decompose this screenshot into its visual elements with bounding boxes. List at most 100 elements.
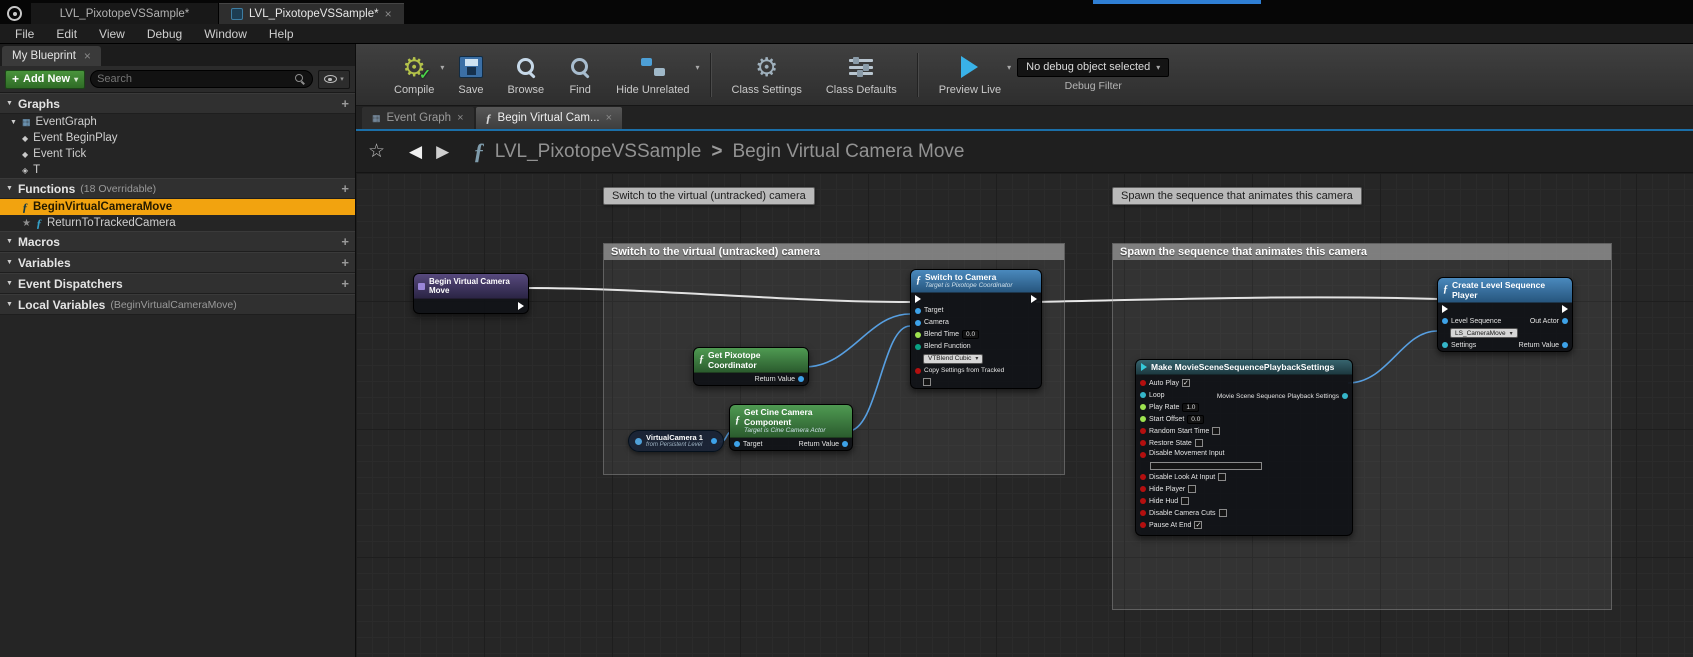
section-macros[interactable]: ▼ Macros +: [0, 231, 355, 252]
restore-state-pin[interactable]: [1140, 440, 1146, 446]
comment-header[interactable]: Switch to the virtual (untracked) camera: [604, 244, 1064, 260]
node-make-playback-settings[interactable]: Make MovieSceneSequencePlaybackSettings …: [1135, 359, 1353, 536]
hide-player-checkbox[interactable]: [1188, 485, 1196, 493]
browse-button[interactable]: Browse: [495, 44, 556, 105]
node-get-cine-camera-component[interactable]: ƒ Get Cine Camera Component Target is Ci…: [729, 404, 853, 451]
section-graphs[interactable]: ▼ Graphs +: [0, 93, 355, 114]
add-dispatcher-button[interactable]: +: [341, 277, 349, 290]
section-event-dispatchers[interactable]: ▼ Event Dispatchers +: [0, 273, 355, 294]
blend-function-dropdown[interactable]: VTBlend Cubic ▾: [923, 354, 983, 364]
exec-out-pin[interactable]: [1562, 305, 1568, 313]
add-function-button[interactable]: +: [341, 182, 349, 195]
tab-event-graph[interactable]: ▦ Event Graph ×: [362, 107, 474, 129]
node-create-level-sequence-player[interactable]: ƒ Create Level Sequence Player Level Seq…: [1437, 277, 1573, 352]
copy-settings-pin[interactable]: [915, 368, 921, 374]
play-rate-pin[interactable]: [1140, 404, 1146, 410]
node-get-pixotope-coordinator[interactable]: ƒ Get Pixotope Coordinator Return Value: [693, 347, 809, 386]
blend-function-pin[interactable]: [915, 344, 921, 350]
level-sequence-dropdown[interactable]: LS_CameraMove ▾: [1450, 328, 1518, 338]
preview-live-button[interactable]: Preview Live: [927, 44, 1013, 105]
menu-view[interactable]: View: [88, 24, 136, 43]
node-virtualcamera-reference[interactable]: VirtualCamera 1 from Persistent Level: [628, 430, 724, 452]
tree-item-returntotrackedcamera[interactable]: ★ ƒ ReturnToTrackedCamera: [0, 215, 355, 231]
exec-out-pin[interactable]: [1031, 295, 1037, 303]
forward-arrow-icon[interactable]: ▶: [436, 142, 449, 162]
node-switch-to-camera[interactable]: ƒ Switch to Camera Target is Pixotope Co…: [910, 269, 1042, 389]
close-icon[interactable]: ×: [84, 50, 91, 62]
section-functions[interactable]: ▼ Functions (18 Overridable) +: [0, 178, 355, 199]
tree-item-event-tick[interactable]: ◆ Event Tick: [0, 146, 355, 162]
find-button[interactable]: Find: [556, 44, 604, 105]
pause-at-end-pin[interactable]: [1140, 522, 1146, 528]
disable-look-at-input-pin[interactable]: [1140, 474, 1146, 480]
return-value-pin[interactable]: [842, 441, 848, 447]
collapse-icon[interactable]: ▼: [6, 185, 13, 192]
exec-out-pin[interactable]: [518, 302, 524, 310]
class-defaults-button[interactable]: Class Defaults: [814, 44, 909, 105]
debug-object-dropdown[interactable]: No debug object selected ▾: [1017, 58, 1169, 77]
exec-in-pin[interactable]: [915, 295, 921, 303]
disable-movement-input-pin[interactable]: [1140, 452, 1146, 458]
restore-state-checkbox[interactable]: [1195, 439, 1203, 447]
menu-edit[interactable]: Edit: [45, 24, 88, 43]
collapse-icon[interactable]: ▼: [6, 100, 13, 107]
menu-help[interactable]: Help: [258, 24, 305, 43]
compile-button[interactable]: ⚙ ✓ Compile: [382, 44, 446, 105]
window-tab-blueprint[interactable]: LVL_PixotopeVSSample* ×: [219, 3, 404, 24]
visibility-filter-button[interactable]: ▾: [318, 70, 350, 89]
favorite-star-icon[interactable]: ☆: [368, 140, 385, 163]
collapse-icon[interactable]: ▼: [6, 280, 13, 287]
hide-player-pin[interactable]: [1140, 486, 1146, 492]
menu-window[interactable]: Window: [193, 24, 258, 43]
start-offset-input[interactable]: 0.0: [1187, 415, 1204, 424]
hide-hud-pin[interactable]: [1140, 498, 1146, 504]
close-icon[interactable]: ×: [606, 113, 612, 124]
close-icon[interactable]: ×: [457, 113, 463, 124]
random-start-time-pin[interactable]: [1140, 428, 1146, 434]
auto-play-checkbox[interactable]: [1182, 379, 1190, 387]
tree-item-beginvirtualcameramove[interactable]: ƒ BeginVirtualCameraMove: [0, 199, 355, 215]
random-start-time-checkbox[interactable]: [1212, 427, 1220, 435]
add-variable-button[interactable]: +: [341, 256, 349, 269]
add-graph-button[interactable]: +: [341, 97, 349, 110]
tab-begin-virtual-camera[interactable]: ƒ Begin Virtual Cam... ×: [476, 107, 623, 129]
menu-file[interactable]: File: [4, 24, 45, 43]
back-arrow-icon[interactable]: ◀: [409, 142, 422, 162]
camera-pin[interactable]: [915, 320, 921, 326]
node-begin-virtual-camera-move[interactable]: Begin Virtual Camera Move: [413, 273, 529, 314]
pause-at-end-checkbox[interactable]: [1194, 521, 1202, 529]
auto-play-pin[interactable]: [1140, 380, 1146, 386]
target-pin[interactable]: [915, 308, 921, 314]
collapse-icon[interactable]: ▼: [6, 259, 13, 266]
tab-my-blueprint[interactable]: My Blueprint ×: [2, 46, 101, 66]
collapse-icon[interactable]: ▼: [6, 238, 13, 245]
playback-settings-out-pin[interactable]: [1342, 393, 1348, 399]
hide-unrelated-button[interactable]: Hide Unrelated: [604, 44, 701, 105]
section-variables[interactable]: ▼ Variables +: [0, 252, 355, 273]
search-input[interactable]: [97, 73, 295, 85]
collapse-icon[interactable]: ▼: [10, 119, 17, 126]
out-actor-pin[interactable]: [1562, 318, 1568, 324]
tree-item-eventgraph[interactable]: ▼ ▦ EventGraph: [0, 114, 355, 130]
add-macro-button[interactable]: +: [341, 235, 349, 248]
tree-item-event-t[interactable]: ◈ T: [0, 162, 355, 178]
comment-header[interactable]: Spawn the sequence that animates this ca…: [1113, 244, 1611, 260]
return-value-pin[interactable]: [798, 376, 804, 382]
loop-pin[interactable]: [1140, 392, 1146, 398]
hide-hud-checkbox[interactable]: [1181, 497, 1189, 505]
exec-in-pin[interactable]: [1442, 305, 1448, 313]
disable-camera-cuts-checkbox[interactable]: [1219, 509, 1227, 517]
disable-movement-input-checkbox[interactable]: [1150, 462, 1262, 470]
return-value-pin[interactable]: [1562, 342, 1568, 348]
section-local-variables[interactable]: ▼ Local Variables (BeginVirtualCameraMov…: [0, 294, 355, 315]
functions-overridable-badge[interactable]: (18 Overridable): [80, 183, 156, 195]
collapse-icon[interactable]: ▼: [6, 301, 13, 308]
graph-canvas[interactable]: Switch to the virtual (untracked) camera…: [356, 173, 1693, 657]
add-new-button[interactable]: + Add New ▾: [5, 70, 85, 89]
menu-debug[interactable]: Debug: [136, 24, 193, 43]
close-icon[interactable]: ×: [385, 8, 392, 20]
settings-pin[interactable]: [1442, 342, 1448, 348]
blend-time-input[interactable]: 0.0: [962, 330, 979, 339]
play-rate-input[interactable]: 1.0: [1182, 403, 1199, 412]
target-pin[interactable]: [734, 441, 740, 447]
